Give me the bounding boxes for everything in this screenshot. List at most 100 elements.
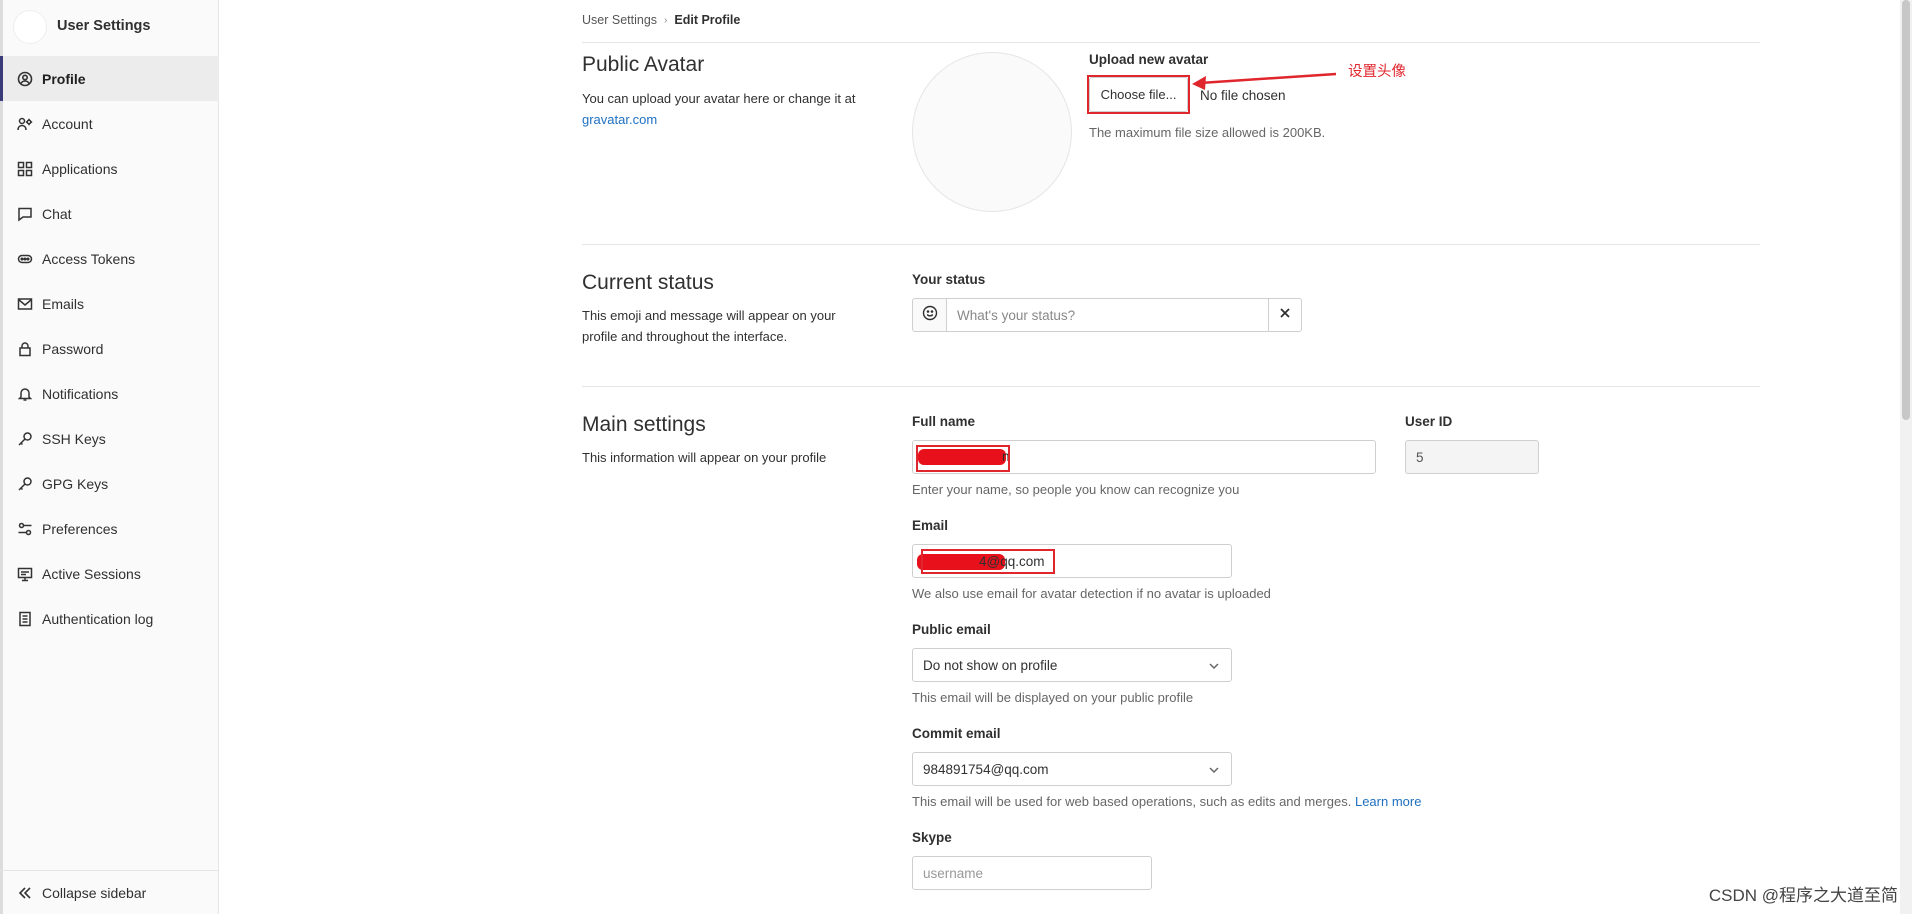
sidebar-item-label: Account [42,115,93,132]
monitor-icon [16,565,34,583]
account-icon [16,115,34,133]
sidebar-title: User Settings [57,18,151,34]
email-help: We also use email for avatar detection i… [912,586,1271,601]
breadcrumb-parent[interactable]: User Settings [582,13,657,27]
avatar-size-help: The maximum file size allowed is 200KB. [1089,125,1326,140]
sidebar-item-authentication-log[interactable]: Authentication log [0,596,219,641]
watermark: CSDN @程序之大道至简 [1708,886,1898,905]
no-file-chosen-text: No file chosen [1200,88,1286,103]
sidebar-item-active-sessions[interactable]: Active Sessions [0,551,219,596]
public-email-label: Public email [912,622,991,637]
email-visible-text: 4@qq.com [979,554,1045,569]
main-settings-desc: This information will appear on your pro… [582,450,827,465]
status-input[interactable] [946,298,1269,332]
skype-input[interactable] [912,856,1152,890]
token-icon [16,250,34,268]
sidebar-item-preferences[interactable]: Preferences [0,506,219,551]
user-id-field [1405,440,1539,474]
user-id-label: User ID [1405,414,1453,429]
full-name-visible-text: n [1002,449,1010,464]
sidebar-item-label: Authentication log [42,610,154,627]
public-email-help: This email will be displayed on your pub… [912,690,1194,705]
sidebar-item-account[interactable]: Account [0,101,219,146]
emoji-button[interactable] [912,298,947,332]
sidebar-item-profile[interactable]: Profile [0,56,219,101]
avatar-desc-text: You can upload your avatar here or chang… [582,91,856,106]
sidebar-item-label: Profile [42,70,86,87]
chat-icon [16,205,34,223]
commit-email-select[interactable]: 984891754@qq.com [912,752,1232,786]
sidebar-item-label: SSH Keys [42,430,106,447]
scrollbar-thumb[interactable] [1902,0,1910,420]
app-window: User Settings Profile Account Applicatio… [0,0,1912,914]
user-avatar [13,10,47,44]
profile-icon [16,70,34,88]
sidebar-item-notifications[interactable]: Notifications [0,371,219,416]
lock-icon [16,340,34,358]
gravatar-link[interactable]: gravatar.com [582,112,657,127]
bell-icon [16,385,34,403]
sidebar-item-chat[interactable]: Chat [0,191,219,236]
double-chevron-left-icon [16,884,34,902]
sidebar-item-label: Applications [42,160,118,177]
clear-status-button[interactable] [1268,298,1302,332]
sidebar: User Settings Profile Account Applicatio… [0,0,219,914]
main-content: User Settings › Edit Profile Public Avat… [220,0,1912,914]
sidebar-header[interactable]: User Settings [0,0,219,54]
annotation-arrow [1192,72,1337,90]
sidebar-item-label: Active Sessions [42,565,141,582]
public-email-select[interactable]: Do not show on profile [912,648,1232,682]
sidebar-item-ssh-keys[interactable]: SSH Keys [0,416,219,461]
status-section-desc: This emoji and message will appear on yo… [582,308,836,344]
collapse-sidebar-button[interactable]: Collapse sidebar [0,870,219,914]
choose-file-button[interactable]: Choose file... [1089,77,1188,112]
sidebar-item-password[interactable]: Password [0,326,219,371]
collapse-sidebar-label: Collapse sidebar [42,884,147,901]
avatar-preview [912,52,1072,212]
sidebar-nav: Profile Account Applications Chat Access… [0,56,219,641]
divider [582,244,1760,245]
commit-email-value: 984891754@qq.com [923,761,1049,777]
mail-icon [16,295,34,313]
sidebar-item-label: GPG Keys [42,475,109,492]
avatar-section-desc: You can upload your avatar here or chang… [582,88,882,130]
skype-label: Skype [912,830,952,845]
scrollbar-track[interactable] [1900,0,1912,914]
public-email-value: Do not show on profile [923,657,1058,673]
learn-more-link[interactable]: Learn more [1355,794,1421,809]
commit-email-help: This email will be used for web based op… [912,794,1352,809]
key-icon [16,430,34,448]
commit-email-label: Commit email [912,726,1001,741]
sidebar-item-label: Notifications [42,385,119,402]
full-name-label: Full name [912,414,976,429]
preferences-icon [16,520,34,538]
smiley-icon [922,305,938,325]
chevron-down-icon [1207,659,1221,673]
log-icon [16,610,34,628]
sidebar-item-access-tokens[interactable]: Access Tokens [0,236,219,281]
annotation-text: 设置头像 [1348,64,1406,80]
sidebar-item-gpg-keys[interactable]: GPG Keys [0,461,219,506]
key-icon [16,475,34,493]
breadcrumb-current[interactable]: Edit Profile [674,13,740,27]
applications-icon [16,160,34,178]
main-settings-title: Main settings [582,413,706,436]
your-status-label: Your status [912,272,986,287]
status-section-title: Current status [582,271,714,294]
sidebar-item-emails[interactable]: Emails [0,281,219,326]
breadcrumb: User Settings › Edit Profile [582,13,740,27]
divider [582,42,1760,43]
sidebar-item-label: Emails [42,295,85,312]
divider [582,386,1760,387]
avatar-section-title: Public Avatar [582,53,705,76]
sidebar-item-label: Chat [42,205,72,222]
full-name-help: Enter your name, so people you know can … [912,482,1240,497]
redaction-mark [918,449,1006,465]
email-label: Email [912,518,949,533]
sidebar-item-label: Preferences [42,520,118,537]
sidebar-item-applications[interactable]: Applications [0,146,219,191]
upload-avatar-label: Upload new avatar [1089,52,1209,67]
close-icon [1279,307,1291,323]
commit-email-help-row: This email will be used for web based op… [912,794,1421,809]
chevron-right-icon: › [664,14,668,26]
